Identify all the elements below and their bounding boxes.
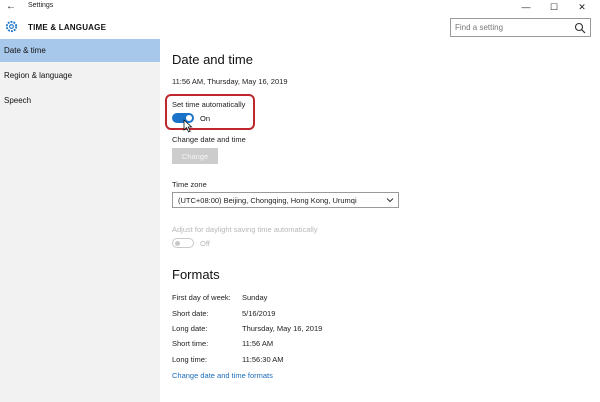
page-title: Date and time [172, 52, 253, 67]
format-value: 11:56:30 AM [242, 355, 284, 364]
main-content: Date and time 11:56 AM, Thursday, May 16… [160, 39, 600, 402]
change-button[interactable]: Change [172, 148, 218, 164]
window-title: Settings [28, 2, 54, 9]
sidebar-item-speech[interactable]: Speech [0, 89, 160, 112]
time-zone-select[interactable]: (UTC+08:00) Beijing, Chongqing, Hong Kon… [172, 192, 399, 208]
search-input[interactable] [455, 21, 570, 34]
daylight-toggle[interactable] [172, 238, 194, 248]
time-zone-value: (UTC+08:00) Beijing, Chongqing, Hong Kon… [178, 196, 357, 205]
format-label: Long date: [172, 324, 208, 333]
minimize-button[interactable]: — [512, 0, 540, 14]
time-zone-label: Time zone [172, 180, 207, 189]
format-value: 5/16/2019 [242, 309, 276, 318]
format-label: Short time: [172, 339, 209, 348]
back-arrow-icon[interactable]: ← [6, 0, 18, 14]
daylight-label: Adjust for daylight saving time automati… [172, 225, 318, 234]
set-time-auto-state: On [200, 114, 211, 123]
sidebar-item-date-time[interactable]: Date & time [0, 39, 160, 62]
toggle-knob [175, 241, 180, 246]
format-label: Short date: [172, 309, 209, 318]
format-label: First day of week: [172, 293, 231, 302]
chevron-down-icon [386, 198, 394, 203]
sidebar: Date & time Region & language Speech [0, 39, 160, 402]
search-icon[interactable] [574, 22, 586, 34]
settings-header: TIME & LANGUAGE [0, 14, 600, 39]
set-time-auto-label: Set time automatically [172, 100, 246, 109]
format-label: Long time: [172, 355, 208, 364]
format-value: 11:56 AM [242, 339, 274, 348]
maximize-button[interactable]: ☐ [540, 0, 568, 14]
gear-icon [5, 20, 18, 33]
formats-title: Formats [172, 267, 220, 282]
current-datetime: 11:56 AM, Thursday, May 16, 2019 [172, 77, 288, 86]
format-value: Sunday [242, 293, 268, 302]
daylight-state: Off [200, 239, 210, 248]
change-datetime-label: Change date and time [172, 135, 246, 144]
search-box[interactable] [450, 18, 591, 37]
change-formats-link[interactable]: Change date and time formats [172, 371, 273, 380]
close-button[interactable]: ✕ [568, 0, 596, 14]
title-bar: ← Settings — ☐ ✕ [0, 0, 600, 14]
format-value: Thursday, May 16, 2019 [242, 324, 323, 333]
section-title: TIME & LANGUAGE [28, 23, 107, 32]
mouse-pointer-icon [183, 119, 193, 133]
sidebar-item-region-language[interactable]: Region & language [0, 64, 160, 87]
window-controls: — ☐ ✕ [512, 0, 596, 14]
